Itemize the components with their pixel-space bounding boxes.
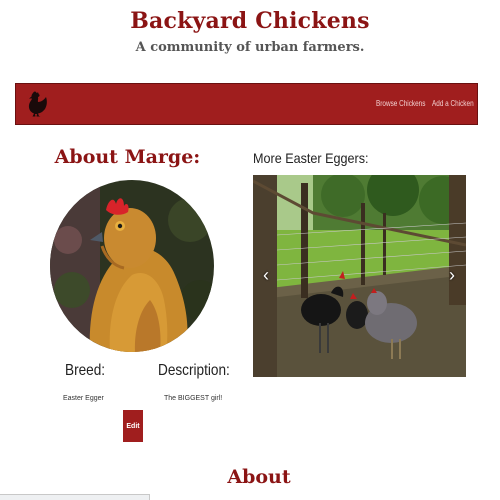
chevron-right-icon[interactable]: ›: [445, 263, 459, 287]
breed-value: Easter Egger: [63, 395, 104, 402]
about-section-heading: About: [227, 466, 291, 488]
description-label: Description:: [158, 362, 230, 379]
navbar: Browse Chickens Add a Chicken: [15, 83, 478, 125]
browser-status-bar: [0, 494, 150, 500]
chicken-portrait-image: [50, 180, 214, 352]
site-subtitle: A community of urban farmers.: [135, 40, 365, 55]
gallery-heading: More Easter Eggers:: [253, 150, 369, 166]
site-title: Backyard Chickens: [130, 8, 370, 34]
description-value: The BIGGEST girl!: [164, 395, 223, 402]
nav-link-browse-chickens[interactable]: Browse Chickens: [376, 99, 425, 108]
edit-button[interactable]: Edit: [123, 410, 143, 442]
photo-carousel[interactable]: ‹ ›: [253, 175, 466, 377]
chickens-in-yard-photo: [253, 175, 466, 377]
chicken-silhouette-icon[interactable]: [24, 90, 50, 118]
breed-label: Breed:: [65, 362, 106, 379]
profile-heading: About Marge:: [54, 146, 201, 168]
nav-link-add-chicken[interactable]: Add a Chicken: [432, 99, 474, 108]
chevron-left-icon[interactable]: ‹: [259, 263, 273, 287]
